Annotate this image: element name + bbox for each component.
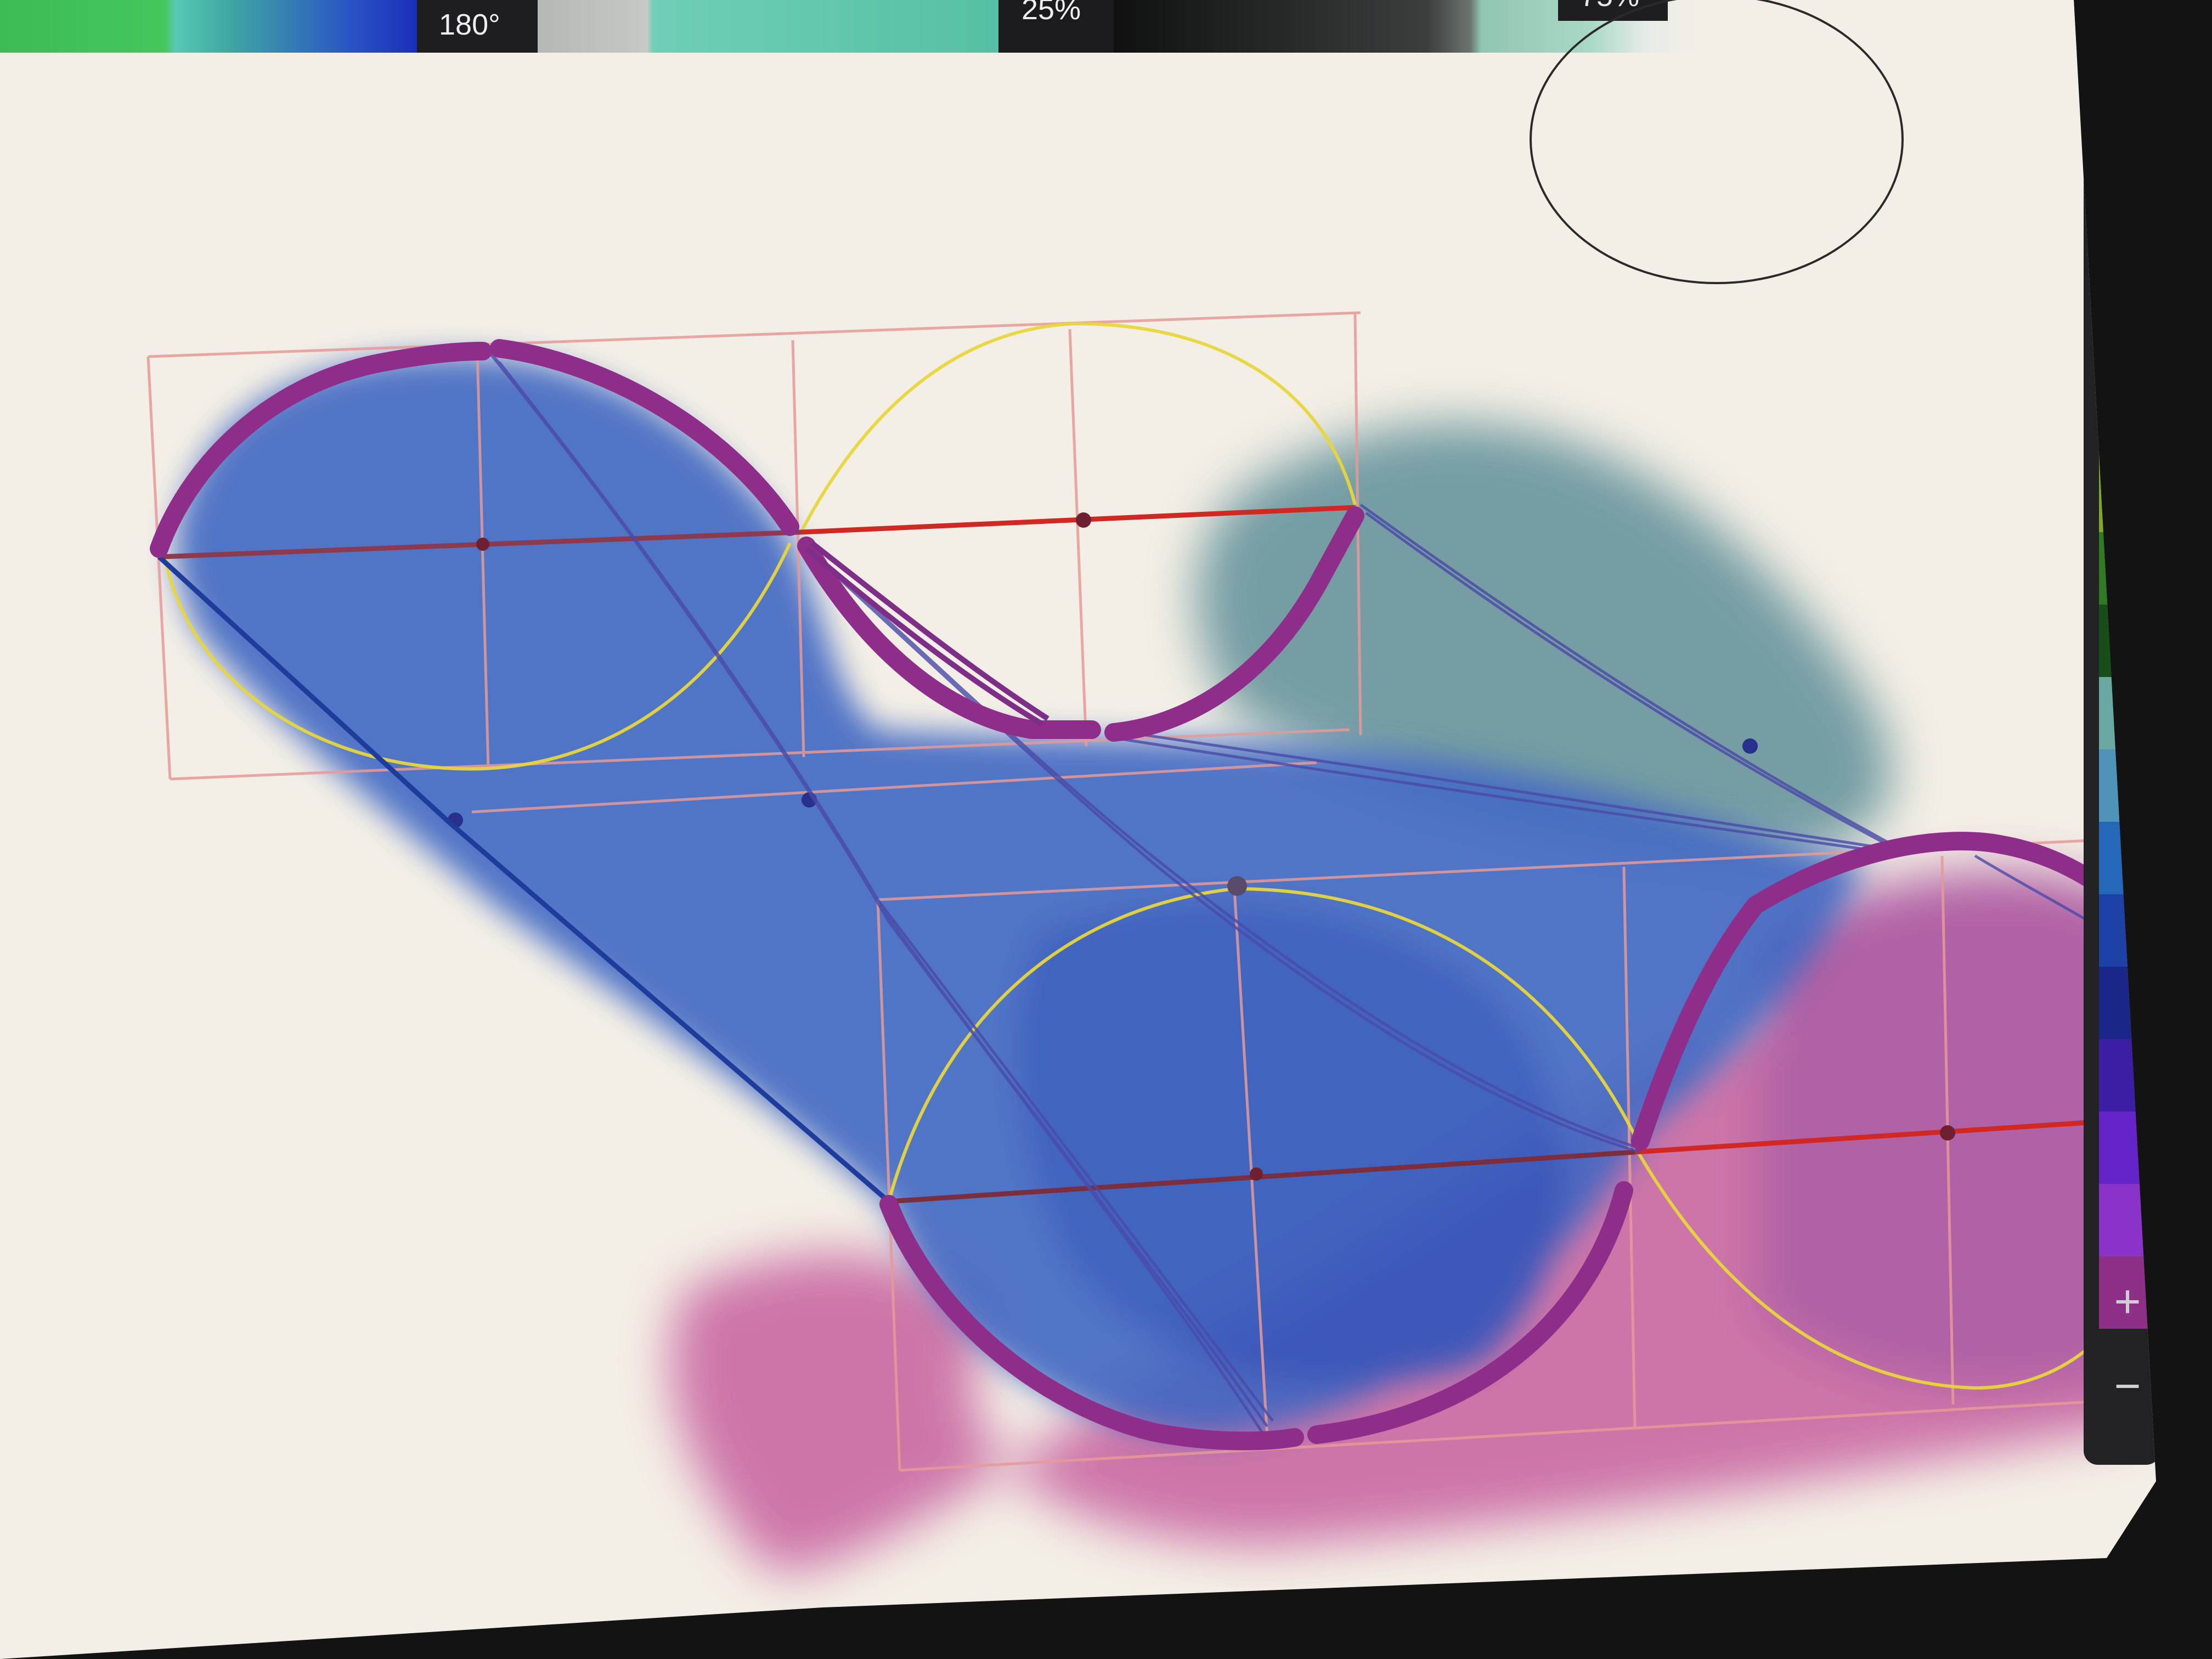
hue-angle-value[interactable]: 180° (439, 8, 500, 42)
drawing-canvas[interactable] (0, 0, 2212, 1659)
color-adjust-toolbar[interactable]: 180° 25% 75% (0, 0, 2156, 53)
brush-size-preview (1530, 0, 1904, 284)
saturation-value[interactable]: 25% (1022, 0, 1081, 26)
drawing-app-screen: 180° 25% 75% × + − (0, 0, 2212, 1659)
minus-icon[interactable]: − (2106, 1363, 2149, 1409)
plus-icon[interactable]: + (2106, 1278, 2149, 1324)
